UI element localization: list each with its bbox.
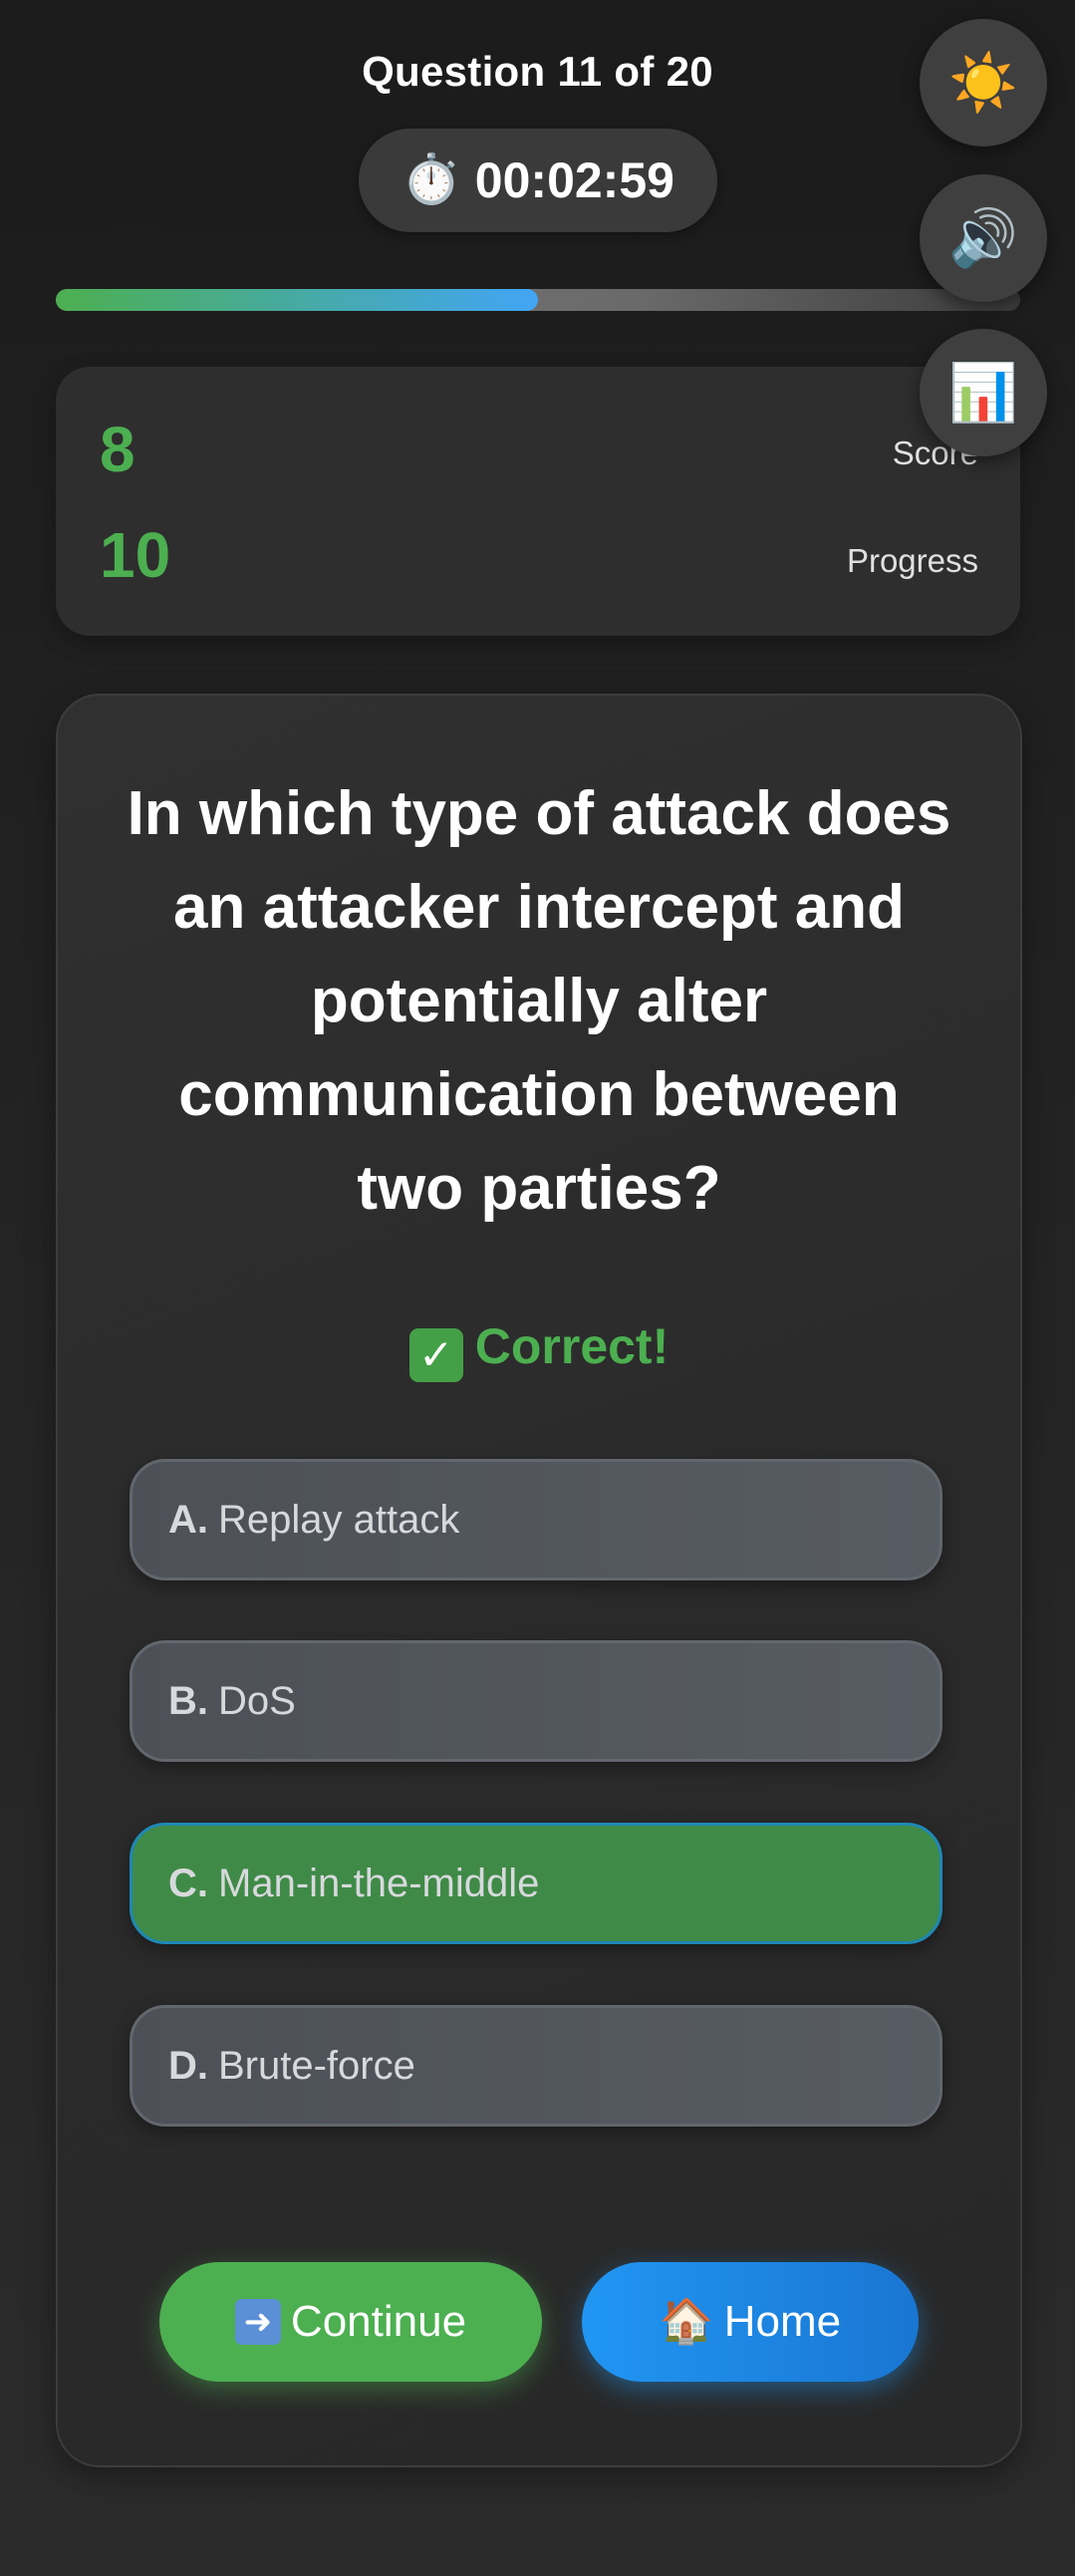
timer: ⏱️ 00:02:59 bbox=[359, 129, 717, 232]
option-text: DoS bbox=[218, 1678, 296, 1723]
option-text: Brute-force bbox=[218, 2043, 415, 2088]
feedback-message: ✓ Correct! bbox=[58, 1317, 1020, 1382]
continue-button[interactable]: ➜ Continue bbox=[159, 2262, 542, 2382]
timer-value: 00:02:59 bbox=[474, 152, 674, 208]
option-letter: D. bbox=[168, 2043, 208, 2088]
sound-toggle-button[interactable]: 🔊 bbox=[920, 174, 1047, 302]
sun-icon: ☀️ bbox=[948, 51, 1018, 114]
home-button[interactable]: 🏠 Home bbox=[582, 2262, 919, 2382]
question-card: In which type of attack does an attacker… bbox=[56, 694, 1022, 2467]
progress-value: 10 bbox=[100, 519, 171, 591]
check-mark-icon: ✓ bbox=[408, 1328, 463, 1382]
progress-label: Progress bbox=[846, 542, 978, 579]
score-value: 8 bbox=[100, 414, 135, 485]
house-icon: 🏠 bbox=[659, 2297, 714, 2346]
stopwatch-icon: ⏱️ bbox=[402, 153, 461, 206]
continue-label: Continue bbox=[290, 2297, 467, 2346]
feedback-text: Correct! bbox=[474, 1318, 670, 1374]
option-letter: A. bbox=[168, 1497, 208, 1542]
option-text: Replay attack bbox=[218, 1497, 460, 1542]
speaker-icon: 🔊 bbox=[948, 206, 1018, 269]
progress-bar-fill bbox=[56, 289, 538, 311]
option-c[interactable]: C. Man-in-the-middle bbox=[130, 1823, 942, 1944]
bar-chart-icon: 📊 bbox=[948, 361, 1018, 424]
stats-button[interactable]: 📊 bbox=[920, 329, 1047, 456]
question-text: In which type of attack does an attacker… bbox=[127, 779, 951, 1223]
option-a[interactable]: A. Replay attack bbox=[130, 1459, 942, 1580]
option-letter: B. bbox=[168, 1678, 208, 1723]
option-text: Man-in-the-middle bbox=[218, 1860, 540, 1905]
option-d[interactable]: D. Brute-force bbox=[130, 2005, 942, 2127]
home-label: Home bbox=[723, 2297, 842, 2346]
right-arrow-icon: ➜ bbox=[234, 2299, 281, 2345]
theme-toggle-button[interactable]: ☀️ bbox=[920, 19, 1047, 146]
stats-card: 8 Score 10 Progress bbox=[56, 367, 1020, 636]
option-b[interactable]: B. DoS bbox=[130, 1640, 942, 1762]
option-letter: C. bbox=[168, 1860, 208, 1905]
progress-bar bbox=[56, 289, 1020, 311]
question-counter: Question 11 of 20 bbox=[362, 48, 713, 95]
